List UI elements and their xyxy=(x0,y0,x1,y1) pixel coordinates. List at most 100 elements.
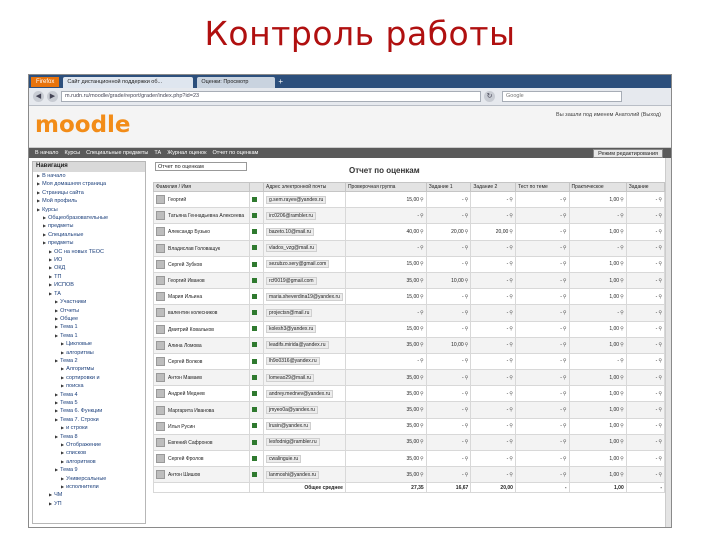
grade-cell[interactable]: -⚲ xyxy=(625,385,666,403)
column-header[interactable]: Адрес электронной почты xyxy=(263,182,346,192)
magnifier-icon[interactable]: ⚲ xyxy=(509,391,513,397)
expand-triangle-icon[interactable]: ▶ xyxy=(43,215,46,220)
grade-cell[interactable]: -⚲ xyxy=(470,304,516,322)
grade-cell[interactable]: 1,00⚲ xyxy=(568,449,627,468)
magnifier-icon[interactable]: ⚲ xyxy=(658,342,662,348)
grade-cell[interactable]: -⚲ xyxy=(470,433,516,452)
magnifier-icon[interactable]: ⚲ xyxy=(620,326,624,332)
magnifier-icon[interactable]: ⚲ xyxy=(420,407,424,413)
forward-icon[interactable]: ▶ xyxy=(47,91,58,102)
magnifier-icon[interactable]: ⚲ xyxy=(420,391,424,397)
breadcrumb-item[interactable]: Специальные предметы xyxy=(86,150,148,156)
magnifier-icon[interactable]: ⚲ xyxy=(620,213,624,219)
grade-cell[interactable]: -⚲ xyxy=(425,352,472,371)
grade-cell[interactable]: -⚲ xyxy=(425,466,472,484)
magnifier-icon[interactable]: ⚲ xyxy=(658,423,662,429)
sidebar-item[interactable]: ▶ ОС на новых ТЕОС xyxy=(33,248,145,256)
sidebar-item[interactable]: ▶ Тема 1 xyxy=(33,323,145,331)
breadcrumb-item[interactable]: ТА xyxy=(154,150,161,156)
magnifier-icon[interactable]: ⚲ xyxy=(620,245,624,251)
search-input[interactable]: Google xyxy=(502,91,622,102)
grade-cell[interactable]: -⚲ xyxy=(470,449,516,468)
expand-triangle-icon[interactable]: ▶ xyxy=(55,299,58,304)
sidebar-item[interactable]: ▶ ЧМ xyxy=(33,491,145,499)
grade-cell[interactable]: -⚲ xyxy=(514,288,570,306)
grade-cell[interactable]: -⚲ xyxy=(625,320,666,338)
expand-triangle-icon[interactable]: ▶ xyxy=(61,459,64,464)
column-header[interactable]: Фамилия / Имя xyxy=(153,182,250,192)
expand-triangle-icon[interactable]: ▶ xyxy=(55,417,58,422)
expand-triangle-icon[interactable]: ▶ xyxy=(61,341,64,346)
expand-triangle-icon[interactable]: ▶ xyxy=(55,316,58,321)
magnifier-icon[interactable]: ⚲ xyxy=(465,278,469,284)
gradebook-icon[interactable] xyxy=(252,196,257,202)
magnifier-icon[interactable]: ⚲ xyxy=(658,278,662,284)
student-name[interactable]: Маргарита Иванова xyxy=(168,407,214,413)
sidebar-item[interactable]: ▶ списков xyxy=(33,449,145,457)
grade-cell[interactable]: -⚲ xyxy=(344,239,427,257)
expand-triangle-icon[interactable]: ▶ xyxy=(61,383,64,388)
avatar[interactable] xyxy=(156,437,165,447)
grade-cell[interactable]: 1,00⚲ xyxy=(568,223,627,241)
expand-triangle-icon[interactable]: ▶ xyxy=(55,467,58,472)
grade-cell[interactable]: -⚲ xyxy=(514,239,570,257)
grade-cell[interactable]: 20,00⚲ xyxy=(425,223,472,241)
grade-cell[interactable]: -⚲ xyxy=(425,449,472,468)
magnifier-icon[interactable]: ⚲ xyxy=(658,245,662,251)
expand-triangle-icon[interactable]: ▶ xyxy=(49,501,52,506)
magnifier-icon[interactable]: ⚲ xyxy=(509,407,513,413)
magnifier-icon[interactable]: ⚲ xyxy=(509,310,513,316)
grade-cell[interactable]: -⚲ xyxy=(425,385,472,403)
sidebar-item[interactable]: ▶ Тема 9 xyxy=(33,466,145,474)
magnifier-icon[interactable]: ⚲ xyxy=(465,326,469,332)
magnifier-icon[interactable]: ⚲ xyxy=(563,456,567,462)
sidebar-item[interactable]: ▶ Цикловые xyxy=(33,340,145,348)
avatar[interactable] xyxy=(156,308,165,318)
magnifier-icon[interactable]: ⚲ xyxy=(620,375,624,381)
grade-cell[interactable]: 15,00⚲ xyxy=(344,320,427,338)
expand-triangle-icon[interactable]: ▶ xyxy=(49,265,52,270)
magnifier-icon[interactable]: ⚲ xyxy=(509,213,513,219)
magnifier-icon[interactable]: ⚲ xyxy=(509,439,513,445)
magnifier-icon[interactable]: ⚲ xyxy=(658,310,662,316)
magnifier-icon[interactable]: ⚲ xyxy=(420,439,424,445)
student-name[interactable]: Мария Ильина xyxy=(168,294,202,300)
grade-cell[interactable]: -⚲ xyxy=(625,449,666,468)
avatar[interactable] xyxy=(156,227,165,237)
expand-triangle-icon[interactable]: ▶ xyxy=(49,274,52,279)
moodle-logo[interactable]: moodle xyxy=(35,112,131,138)
reload-icon[interactable]: ↻ xyxy=(484,91,495,102)
grade-cell[interactable]: -⚲ xyxy=(514,320,570,338)
sidebar-item[interactable]: ▶ Участники xyxy=(33,298,145,306)
student-name[interactable]: Александр Бузько xyxy=(168,229,210,235)
gradebook-icon[interactable] xyxy=(252,261,257,267)
magnifier-icon[interactable]: ⚲ xyxy=(465,213,469,219)
grade-cell[interactable]: 1,00⚲ xyxy=(568,433,627,452)
grade-cell[interactable]: -⚲ xyxy=(625,223,666,241)
breadcrumb-item[interactable]: Курсы xyxy=(64,150,80,156)
breadcrumb-item[interactable]: В начало xyxy=(35,150,58,156)
gradebook-icon[interactable] xyxy=(252,407,257,413)
column-header[interactable]: Проверочная группа xyxy=(344,182,427,192)
grade-cell[interactable]: -⚲ xyxy=(625,433,666,452)
grade-cell[interactable]: -⚲ xyxy=(425,320,472,338)
magnifier-icon[interactable]: ⚲ xyxy=(509,278,513,284)
expand-triangle-icon[interactable]: ▶ xyxy=(49,492,52,497)
grade-cell[interactable]: -⚲ xyxy=(425,239,472,257)
expand-triangle-icon[interactable]: ▶ xyxy=(37,190,40,195)
magnifier-icon[interactable]: ⚲ xyxy=(620,439,624,445)
magnifier-icon[interactable]: ⚲ xyxy=(465,197,469,203)
sidebar-item[interactable]: ▶ Отчеты xyxy=(33,307,145,315)
grade-cell[interactable]: -⚲ xyxy=(470,352,516,371)
grade-cell[interactable]: -⚲ xyxy=(568,239,627,257)
sidebar-item[interactable]: ▶ предметы xyxy=(33,222,145,230)
grade-cell[interactable]: 35,00⚲ xyxy=(344,466,427,484)
grade-cell[interactable]: -⚲ xyxy=(425,255,472,273)
grade-cell[interactable]: 1,00⚲ xyxy=(568,255,627,273)
grade-cell[interactable]: -⚲ xyxy=(425,433,472,452)
sidebar-item[interactable]: ▶ Алгоритмы xyxy=(33,365,145,373)
expand-triangle-icon[interactable]: ▶ xyxy=(49,282,52,287)
grade-cell[interactable]: 1,00⚲ xyxy=(568,385,627,403)
expand-triangle-icon[interactable]: ▶ xyxy=(61,450,64,455)
magnifier-icon[interactable]: ⚲ xyxy=(420,197,424,203)
